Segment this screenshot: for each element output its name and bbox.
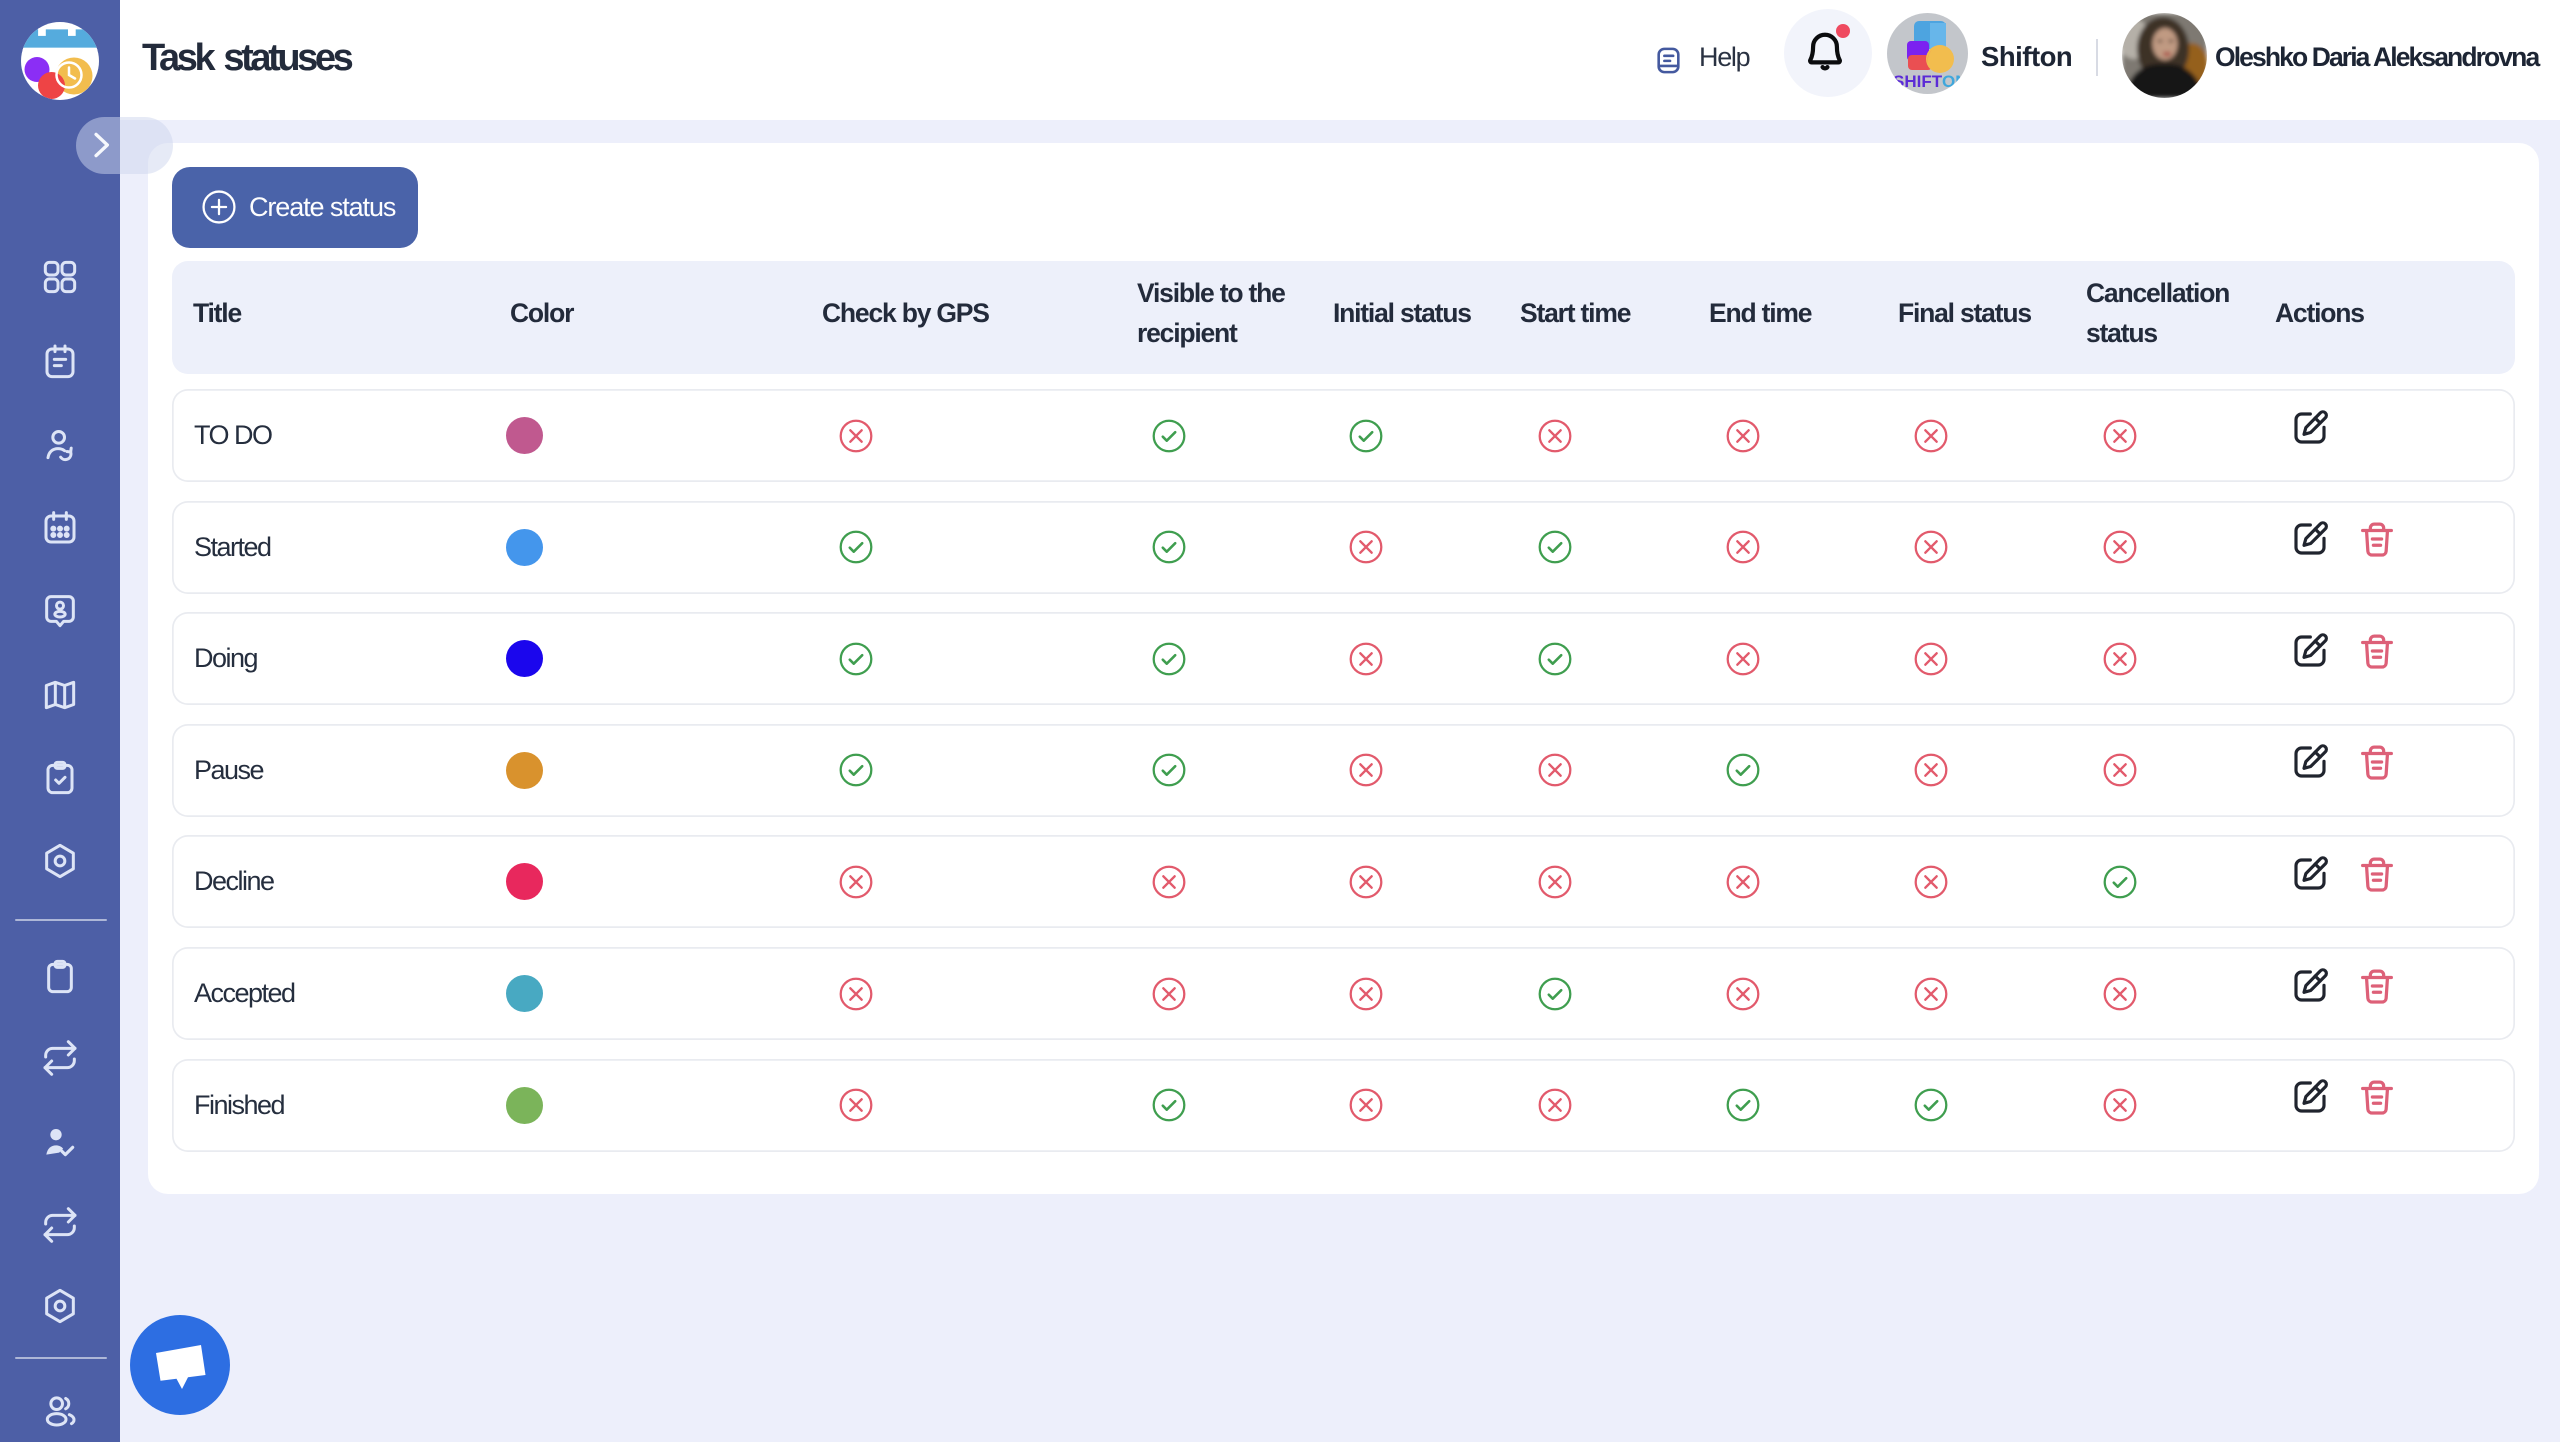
svg-text:SHIFT: SHIFT — [1893, 72, 1943, 91]
svg-text:ON: ON — [1942, 72, 1968, 91]
